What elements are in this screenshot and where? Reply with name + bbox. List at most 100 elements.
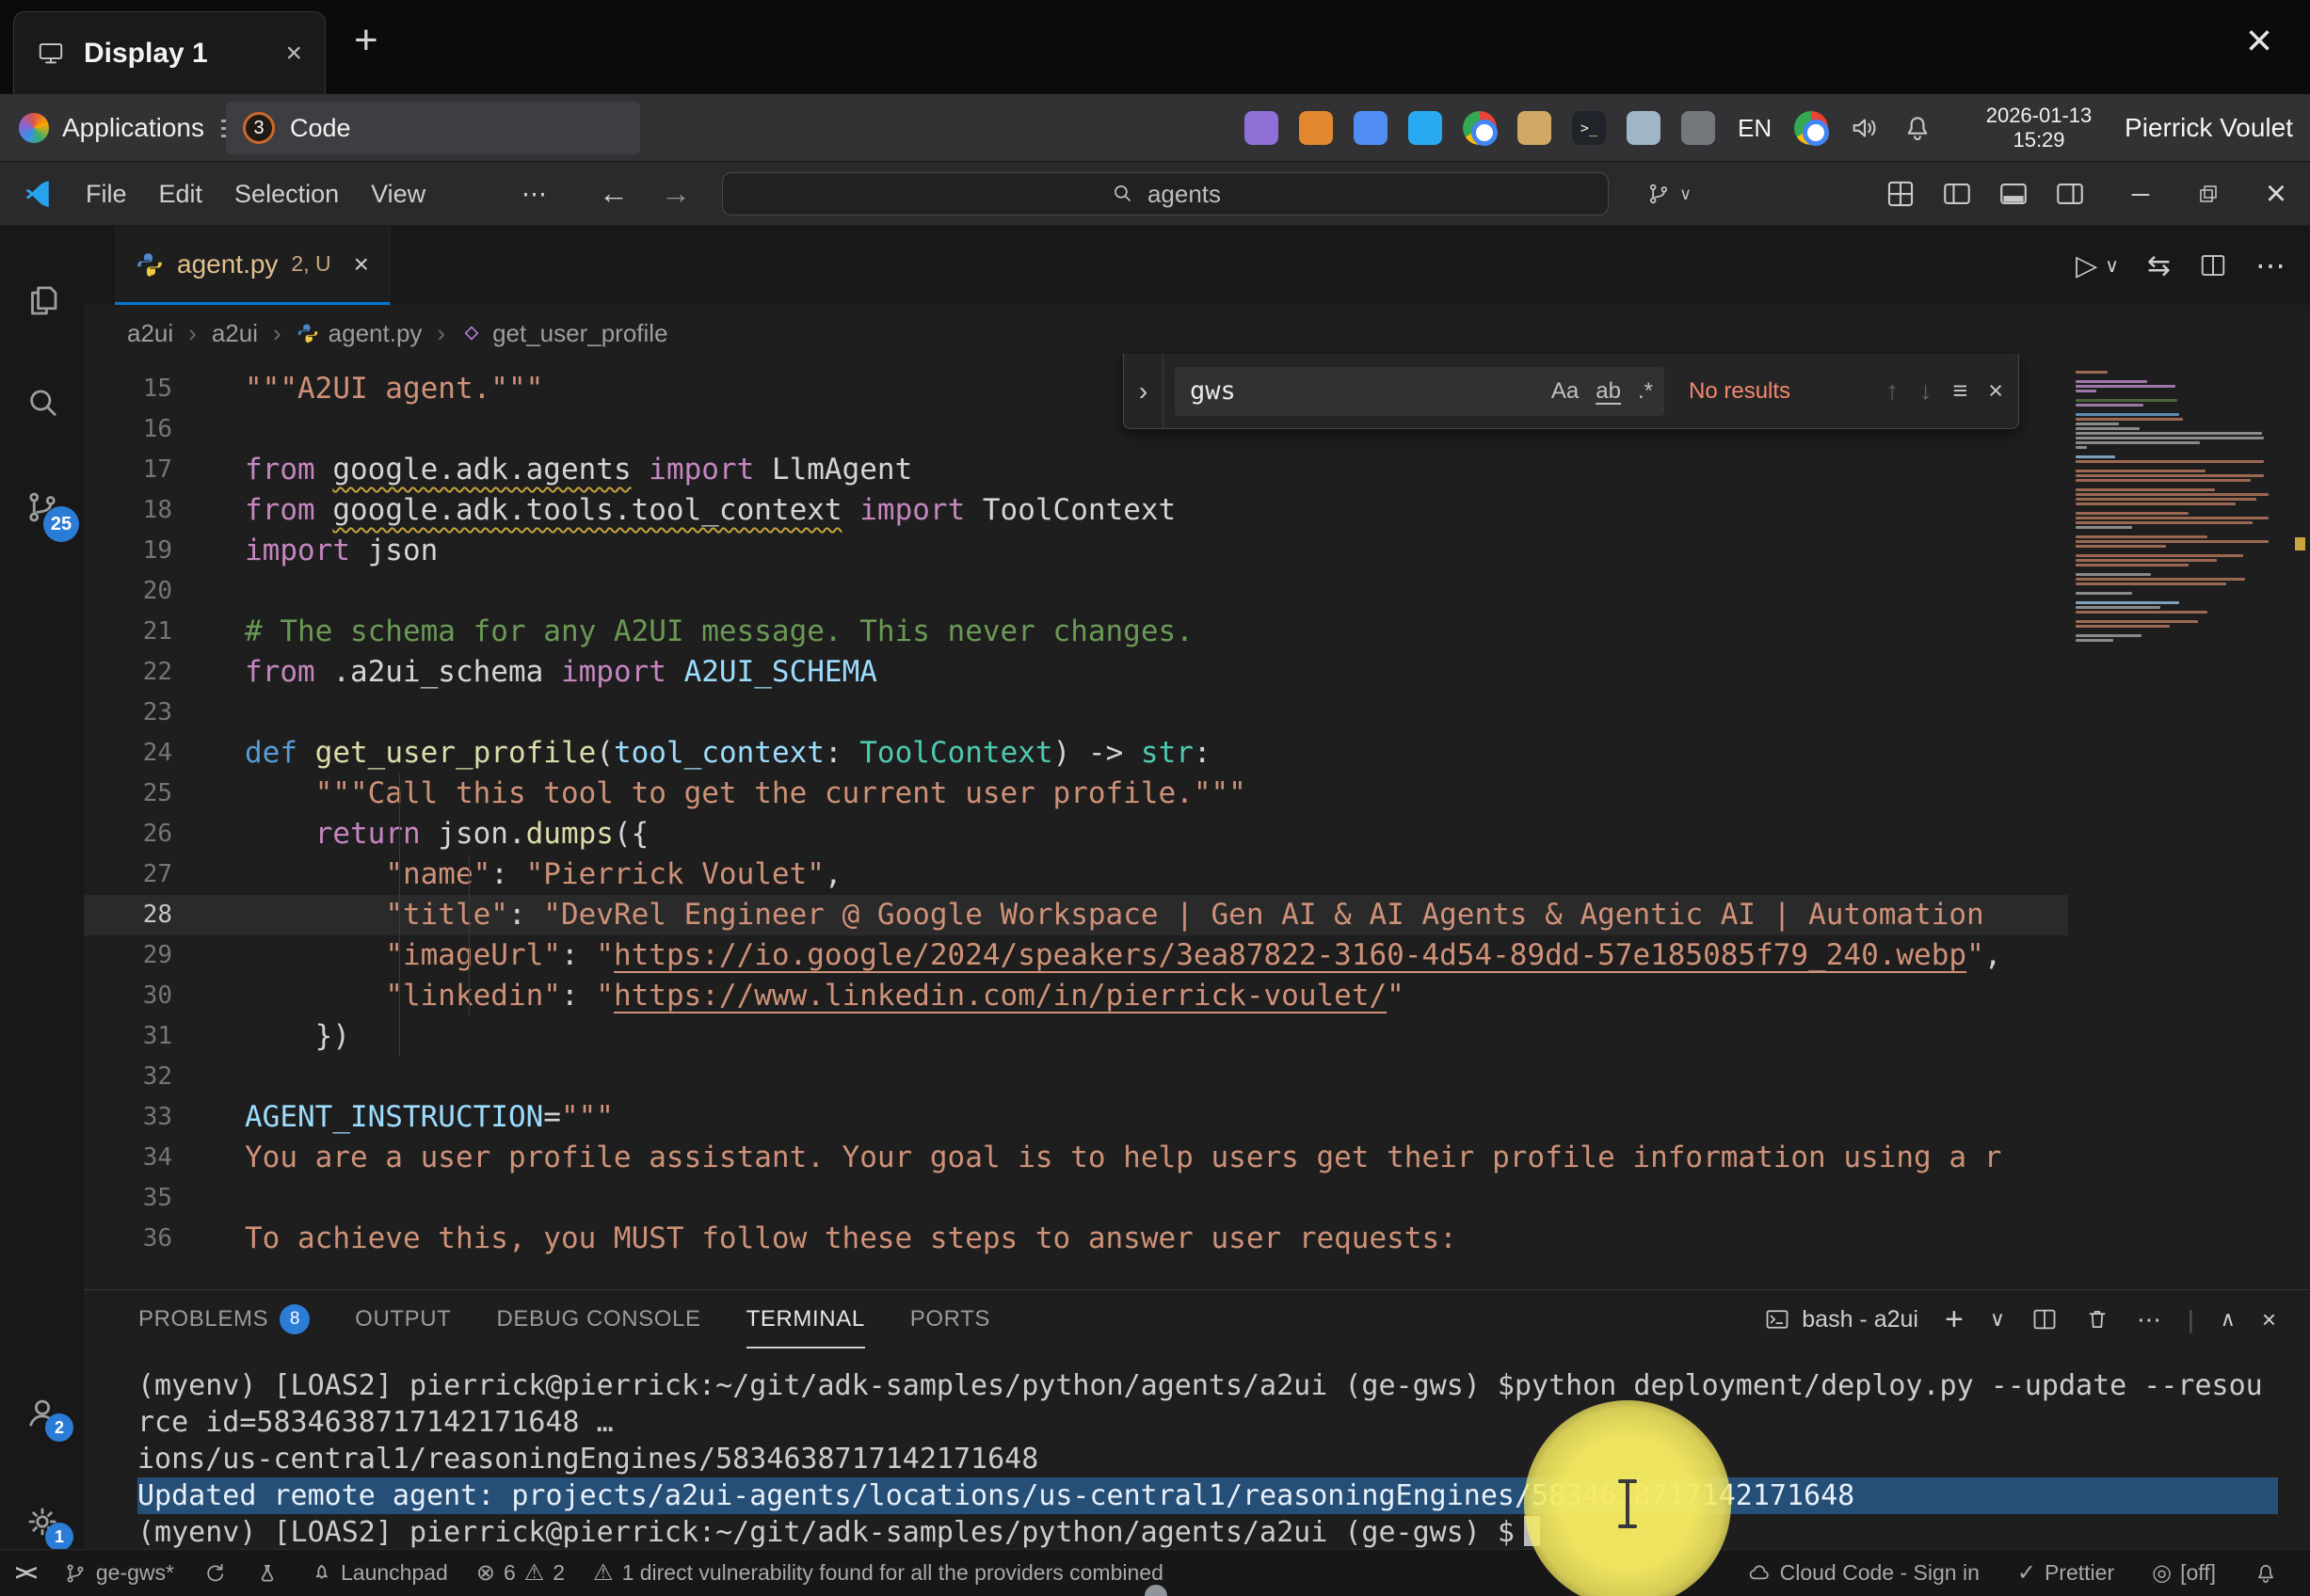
panel-tab-problems[interactable]: PROBLEMS8 bbox=[138, 1290, 310, 1349]
find-input[interactable]: gws Aa ab .* bbox=[1175, 367, 1664, 416]
tray-app-icon-2[interactable] bbox=[1299, 111, 1333, 145]
code-line-31[interactable]: 31 }) bbox=[84, 1016, 2068, 1057]
panel-tab-debug-console[interactable]: DEBUG CONSOLE bbox=[496, 1290, 700, 1349]
launchpad-status[interactable]: Launchpad bbox=[308, 1560, 448, 1586]
breadcrumb-item-agent-py[interactable]: agent.py bbox=[297, 319, 423, 348]
tab-close-icon[interactable]: × bbox=[354, 249, 369, 279]
chrome-tray-icon[interactable] bbox=[1463, 111, 1497, 145]
breadcrumb-item-a2ui[interactable]: a2ui bbox=[212, 319, 258, 348]
terminal-tray-icon[interactable]: >_ bbox=[1572, 111, 1606, 145]
code-line-30[interactable]: 30 "linkedin": "https://www.linkedin.com… bbox=[84, 976, 2068, 1016]
find-close-icon[interactable]: × bbox=[1988, 376, 2003, 406]
display-tray-icon[interactable] bbox=[1627, 111, 1660, 145]
code-line-21[interactable]: 21# The schema for any A2UI message. Thi… bbox=[84, 612, 2068, 652]
run-python-file-button[interactable]: ▷ bbox=[2076, 249, 2097, 282]
problems-status[interactable]: ⊗ 6 ⚠ 2 bbox=[476, 1559, 565, 1587]
restore-button[interactable] bbox=[2174, 162, 2242, 226]
menu-edit[interactable]: Edit bbox=[143, 162, 219, 226]
code-line-22[interactable]: 22from .a2ui_schema import A2UI_SCHEMA bbox=[84, 652, 2068, 693]
toggle-replace-icon[interactable]: › bbox=[1124, 354, 1163, 428]
notifications-status[interactable] bbox=[2254, 1561, 2278, 1586]
taskbar-window-code[interactable]: 3 Code bbox=[226, 102, 640, 154]
minimize-button[interactable]: ─ bbox=[2107, 162, 2174, 226]
tray-app-icon-1[interactable] bbox=[1244, 111, 1278, 145]
code-line-35[interactable]: 35 bbox=[84, 1178, 2068, 1219]
close-panel-icon[interactable]: × bbox=[2262, 1305, 2276, 1334]
screencast-status[interactable]: ◎ [off] bbox=[2152, 1559, 2216, 1587]
code-line-28[interactable]: 28 "title": "DevRel Engineer @ Google Wo… bbox=[84, 895, 2068, 935]
panel-more-actions-icon[interactable]: ⋯ bbox=[2137, 1305, 2161, 1334]
vulnerability-status[interactable]: ⚠ 1 direct vulnerability found for all t… bbox=[593, 1559, 1163, 1587]
files-tray-icon[interactable] bbox=[1517, 111, 1551, 145]
toggle-sidebar-icon[interactable] bbox=[1941, 178, 1973, 210]
kill-terminal-icon[interactable] bbox=[2084, 1306, 2110, 1333]
panel-tab-ports[interactable]: PORTS bbox=[910, 1290, 990, 1349]
code-line-26[interactable]: 26 return json.dumps({ bbox=[84, 814, 2068, 854]
nav-forward-button[interactable]: → bbox=[661, 162, 691, 226]
minimap[interactable] bbox=[2068, 361, 2276, 1289]
code-line-17[interactable]: 17from google.adk.agents import LlmAgent bbox=[84, 450, 2068, 490]
find-in-selection-icon[interactable]: ≡ bbox=[1952, 376, 1967, 406]
display-tab-close-icon[interactable]: × bbox=[285, 38, 302, 70]
tray-app-icon-3[interactable] bbox=[1354, 111, 1388, 145]
nav-back-button[interactable]: ← bbox=[599, 162, 629, 226]
code-line-24[interactable]: 24def get_user_profile(tool_context: Too… bbox=[84, 733, 2068, 774]
code-line-36[interactable]: 36To achieve this, you MUST follow these… bbox=[84, 1219, 2068, 1259]
tab-agent-py[interactable]: agent.py 2, U × bbox=[115, 226, 391, 305]
customize-layout-icon[interactable] bbox=[1885, 178, 1917, 210]
prettier-status[interactable]: ✓ Prettier bbox=[2017, 1559, 2114, 1587]
display-tab[interactable]: Display 1 × bbox=[13, 11, 326, 94]
breadcrumb-item-get-user-profile[interactable]: get_user_profile bbox=[460, 319, 667, 348]
git-branch-status[interactable]: ge-gws* bbox=[63, 1560, 174, 1586]
notifications-bell-icon[interactable] bbox=[1901, 112, 1933, 144]
code-line-27[interactable]: 27 "name": "Pierrick Voulet", bbox=[84, 854, 2068, 895]
applications-menu[interactable]: Applications bbox=[9, 94, 251, 162]
code-line-34[interactable]: 34You are a user profile assistant. Your… bbox=[84, 1138, 2068, 1178]
panel-tab-terminal[interactable]: TERMINAL bbox=[746, 1290, 865, 1349]
terminal-output[interactable]: (myenv) [LOAS2] pierrick@pierrick:~/git/… bbox=[84, 1367, 2310, 1551]
terminal-line[interactable]: rce id=5834638717142171648 … bbox=[137, 1404, 2310, 1441]
search-icon[interactable] bbox=[23, 384, 62, 423]
menu-more[interactable]: ⋯ bbox=[508, 162, 560, 226]
code-line-18[interactable]: 18from google.adk.tools.tool_context imp… bbox=[84, 490, 2068, 531]
vscode-tray-icon[interactable] bbox=[1408, 111, 1442, 145]
menu-file[interactable]: File bbox=[70, 162, 143, 226]
open-changes-icon[interactable]: ⇆ bbox=[2147, 249, 2171, 282]
experiments-status[interactable] bbox=[255, 1561, 280, 1586]
command-center-search[interactable]: agents bbox=[722, 172, 1609, 215]
maximize-panel-icon[interactable]: ∧ bbox=[2221, 1307, 2236, 1332]
menu-view[interactable]: View bbox=[355, 162, 441, 226]
toggle-panel-icon[interactable] bbox=[1997, 178, 2029, 210]
terminal-line[interactable]: (myenv) [LOAS2] pierrick@pierrick:~/git/… bbox=[137, 1514, 2310, 1551]
code-line-32[interactable]: 32 bbox=[84, 1057, 2068, 1097]
keyboard-layout-indicator[interactable]: EN bbox=[1738, 114, 1772, 143]
new-terminal-button[interactable]: + bbox=[1945, 1301, 1964, 1338]
editor-more-actions-icon[interactable]: ⋯ bbox=[2255, 247, 2286, 283]
cloud-code-signin[interactable]: Cloud Code - Sign in bbox=[1747, 1560, 1980, 1586]
code-line-20[interactable]: 20 bbox=[84, 571, 2068, 612]
run-dropdown-icon[interactable]: ∨ bbox=[2105, 254, 2119, 278]
code-line-33[interactable]: 33AGENT_INSTRUCTION=""" bbox=[84, 1097, 2068, 1138]
volume-icon[interactable] bbox=[1849, 112, 1881, 144]
settings-gear-icon[interactable]: 1 bbox=[23, 1502, 62, 1541]
split-editor-icon[interactable] bbox=[2199, 251, 2227, 279]
accounts-icon[interactable]: 2 bbox=[23, 1393, 62, 1432]
whole-word-toggle[interactable]: ab bbox=[1596, 378, 1621, 405]
new-display-tab-button[interactable]: + bbox=[354, 17, 378, 64]
tray-app-icon-4[interactable] bbox=[1681, 111, 1715, 145]
remote-indicator[interactable]: >< bbox=[15, 1560, 35, 1586]
vscode-close-button[interactable]: × bbox=[2242, 162, 2310, 226]
code-line-25[interactable]: 25 """Call this tool to get the current … bbox=[84, 774, 2068, 814]
match-case-toggle[interactable]: Aa bbox=[1551, 378, 1579, 405]
browser-status-icon[interactable] bbox=[1794, 111, 1828, 145]
source-control-icon[interactable]: 25 bbox=[23, 487, 62, 527]
window-close-icon[interactable]: × bbox=[2246, 15, 2272, 67]
explorer-icon[interactable] bbox=[23, 280, 62, 320]
code-line-19[interactable]: 19import json bbox=[84, 531, 2068, 571]
breadcrumb-item-a2ui[interactable]: a2ui bbox=[127, 319, 173, 348]
find-previous-icon[interactable]: ↑ bbox=[1885, 376, 1899, 406]
code-editor[interactable]: 15"""A2UI agent."""1617from google.adk.a… bbox=[84, 361, 2068, 1289]
find-next-icon[interactable]: ↓ bbox=[1919, 376, 1933, 406]
code-line-23[interactable]: 23 bbox=[84, 693, 2068, 733]
publish-branch-button[interactable]: ∨ bbox=[1645, 162, 1692, 226]
